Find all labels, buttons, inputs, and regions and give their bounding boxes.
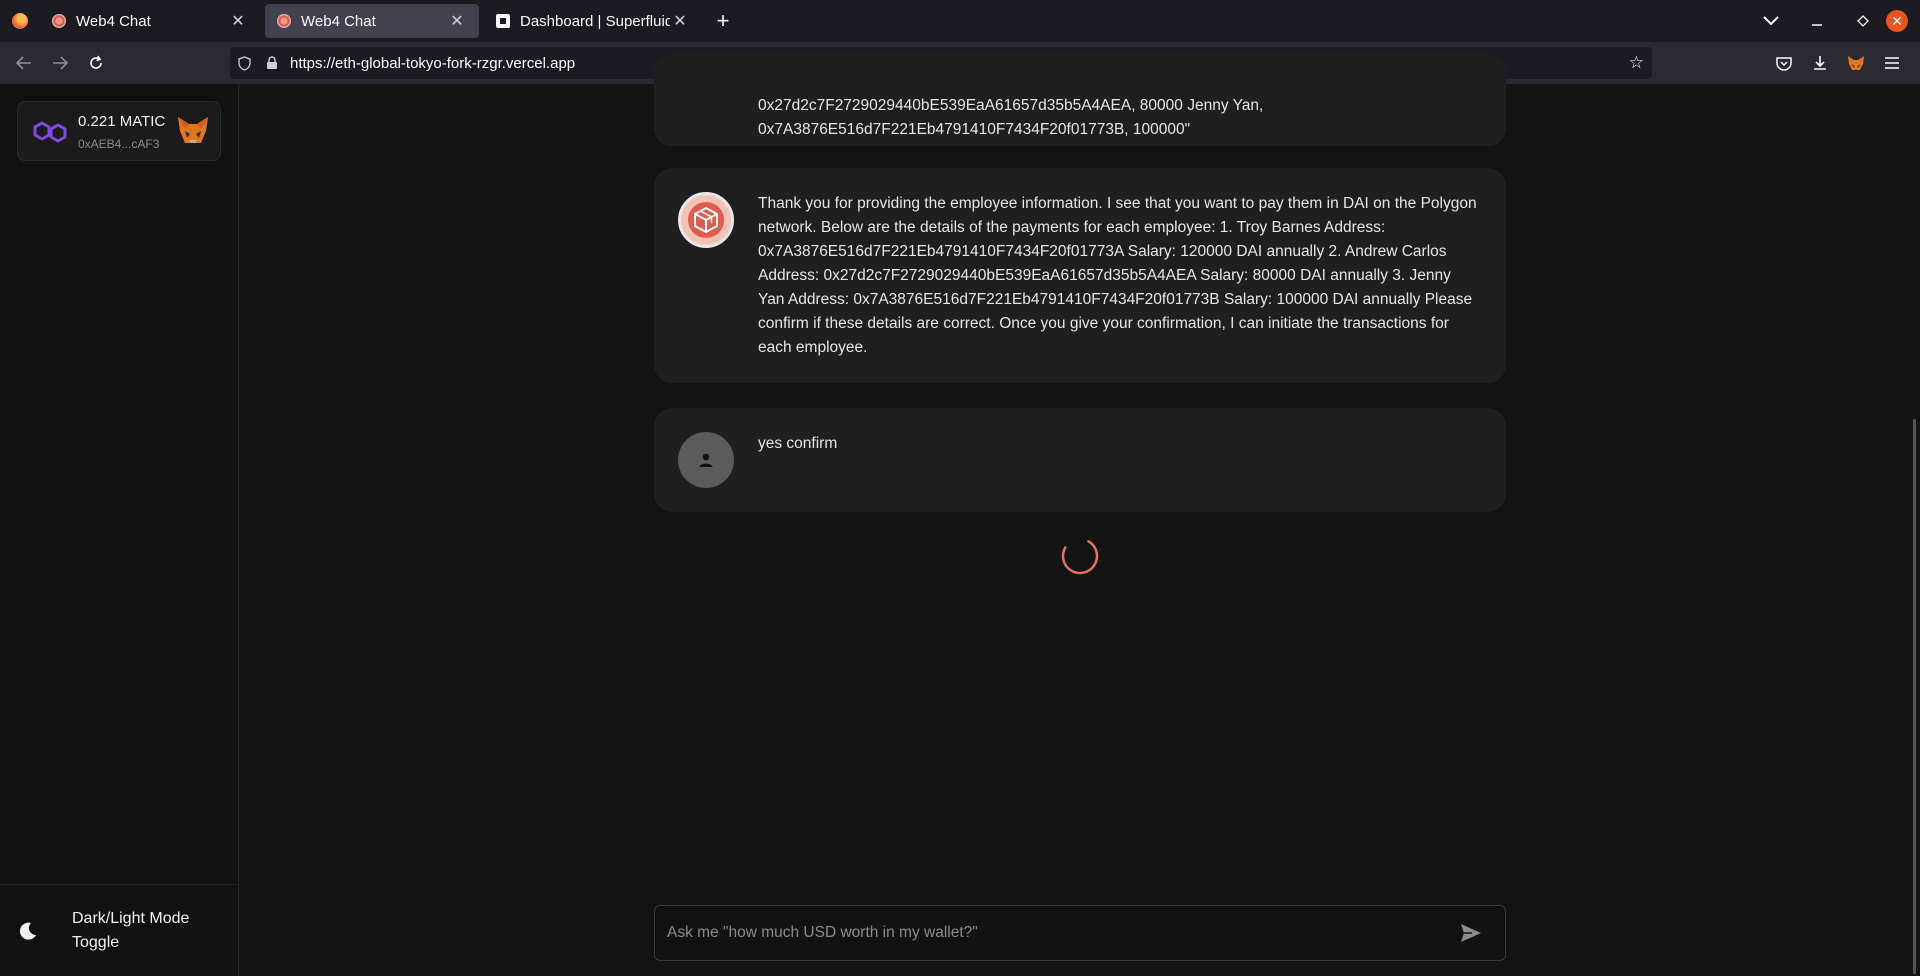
window-controls: ✕ (1748, 0, 1920, 42)
back-arrow-icon[interactable] (6, 47, 42, 79)
hamburger-menu-icon[interactable] (1874, 42, 1910, 84)
chat-message-assistant: Thank you for providing the employee inf… (654, 168, 1506, 383)
web4-chat-app: 0.221 MATIC 0xAEB4...cAF3 Dark/Light Mod… (0, 54, 1920, 976)
close-window-icon[interactable]: ✕ (1886, 10, 1908, 32)
url-text: https://eth-global-tokyo-fork-rzgr.verce… (290, 54, 576, 72)
web4-favicon-icon (52, 14, 66, 28)
browser-tab-superfluid[interactable]: Dashboard | Superfluid ✕ (484, 4, 702, 38)
browser-tab-bar: Web4 Chat ✕ Web4 Chat ✕ Dashboard | Supe… (0, 0, 1920, 42)
maximize-window-icon[interactable] (1840, 0, 1886, 42)
new-tab-button[interactable]: + (708, 6, 738, 36)
wallet-address: 0xAEB4...cAF3 (78, 137, 160, 151)
message-text: 0x27d2c7F2729029440bE539EaA61657d35b5A4A… (758, 97, 1264, 138)
sidebar: 0.221 MATIC 0xAEB4...cAF3 Dark/Light Mod… (0, 84, 239, 976)
pocket-icon[interactable] (1766, 42, 1802, 84)
browser-tab-web4-chat-2[interactable]: Web4 Chat ✕ (265, 4, 479, 38)
tab-title: Dashboard | Superfluid (520, 12, 670, 30)
chat-input[interactable] (667, 906, 1427, 960)
tab-title: Web4 Chat (301, 12, 376, 30)
web4-favicon-icon (277, 14, 291, 28)
tab-close-icon[interactable]: ✕ (228, 11, 248, 31)
tab-close-icon[interactable]: ✕ (447, 11, 467, 31)
person-icon (699, 453, 713, 467)
loading-spinner-icon (1061, 537, 1099, 575)
reload-icon[interactable] (78, 47, 114, 79)
theme-toggle-area[interactable]: Dark/Light Mode Toggle (0, 884, 239, 976)
superfluid-favicon-icon (496, 14, 510, 28)
chat-message-user: 0x27d2c7F2729029440bE539EaA61657d35b5A4A… (654, 54, 1506, 146)
moon-icon (19, 922, 36, 940)
metamask-extension-icon[interactable] (1838, 42, 1874, 84)
metamask-fox-icon (178, 117, 208, 143)
minimize-window-icon[interactable] (1794, 0, 1840, 42)
tab-close-icon[interactable]: ✕ (670, 11, 690, 31)
bot-avatar (678, 192, 734, 248)
browser-tab-web4-chat-1[interactable]: Web4 Chat ✕ (40, 4, 260, 38)
dark-light-mode-toggle-label[interactable]: Dark/Light Mode Toggle (72, 907, 222, 955)
send-icon[interactable] (1459, 922, 1483, 944)
message-text: yes confirm (758, 435, 838, 452)
lock-icon[interactable] (258, 56, 286, 70)
scrollbar[interactable] (1913, 419, 1916, 974)
tracking-shield-icon[interactable] (230, 55, 258, 71)
tab-title: Web4 Chat (76, 12, 151, 30)
chat-input-box[interactable] (654, 905, 1506, 961)
polygon-icon (33, 121, 67, 143)
forward-arrow-icon[interactable] (42, 47, 78, 79)
firefox-menu-icon[interactable] (0, 0, 40, 42)
wallet-balance: 0.221 MATIC (78, 113, 166, 130)
wallet-card[interactable]: 0.221 MATIC 0xAEB4...cAF3 (17, 101, 221, 161)
chat-message-user: yes confirm (654, 408, 1506, 512)
chat-main: 0x27d2c7F2729029440bE539EaA61657d35b5A4A… (240, 54, 1920, 976)
downloads-icon[interactable] (1802, 42, 1838, 84)
bookmark-star-icon[interactable]: ☆ (1629, 53, 1644, 73)
list-all-tabs-chevron-icon[interactable] (1748, 0, 1794, 42)
user-avatar (678, 432, 734, 488)
cube-logo-icon (688, 202, 724, 238)
toolbar-right (1766, 42, 1920, 84)
message-text: Thank you for providing the employee inf… (758, 195, 1477, 356)
